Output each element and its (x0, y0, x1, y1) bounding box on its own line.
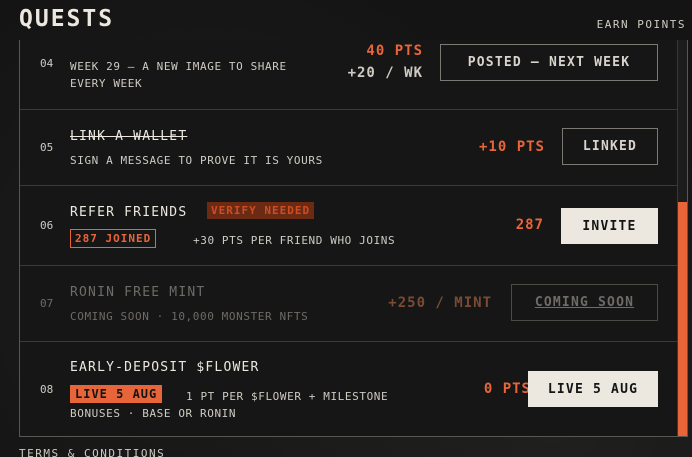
quest-title: EARLY-DEPOSIT $FLOWER (70, 360, 260, 375)
posted-next-week-button[interactable]: POSTED — NEXT WEEK (440, 44, 658, 81)
quest-description-line1: 1 PT PER $FLOWER + MILESTONE (186, 390, 389, 403)
quest-row-08: 08 EARLY-DEPOSIT $FLOWER LIVE 5 AUG 1 PT… (20, 342, 678, 436)
verify-needed-badge: VERIFY NEEDED (207, 202, 315, 219)
quest-points-rate: +20 / WK (347, 65, 423, 81)
quest-title: RONIN FREE MINT (70, 285, 206, 300)
quest-description-line2: BONUSES · BASE OR RONIN (70, 407, 237, 420)
quest-points: +10 PTS (478, 139, 545, 155)
header: QUESTS EARN POINTS (0, 0, 692, 44)
linked-button[interactable]: LINKED (562, 128, 658, 165)
earn-points-label: EARN POINTS (596, 18, 686, 31)
scrollbar-thumb[interactable] (678, 202, 687, 436)
quest-number: 05 (40, 141, 54, 154)
quest-description: WEEK 29 — A NEW IMAGE TO SHARE EVERY WEE… (70, 60, 287, 90)
quest-row-05: 05 LINK A WALLET SIGN A MESSAGE TO PROVE… (20, 110, 678, 186)
quest-points: 0 PTS (483, 381, 531, 397)
quest-number: 08 (40, 383, 54, 396)
quests-panel: 04 WEEK 29 — A NEW IMAGE TO SHARE EVERY … (19, 40, 688, 437)
quest-points: 287 (515, 217, 544, 233)
terms-link[interactable]: TERMS & CONDITIONS (19, 447, 165, 457)
quest-number: 07 (40, 297, 54, 310)
page-title: QUESTS (19, 6, 115, 32)
quest-description: SIGN A MESSAGE TO PROVE IT IS YOURS (70, 154, 323, 167)
quest-number: 06 (40, 219, 54, 232)
joined-count-badge: 287 JOINED (70, 229, 157, 248)
quest-points-total: 40 PTS (366, 43, 423, 59)
quest-description: +30 PTS PER FRIEND WHO JOINS (193, 234, 396, 247)
quest-title: LINK A WALLET (70, 129, 188, 144)
live-aug-button[interactable]: LIVE 5 AUG (528, 371, 658, 407)
quest-points: +250 / MINT (388, 295, 492, 311)
quest-description: COMING SOON · 10,000 MONSTER NFTS (70, 310, 309, 323)
quest-row-04: 04 WEEK 29 — A NEW IMAGE TO SHARE EVERY … (20, 40, 678, 110)
coming-soon-button[interactable]: COMING SOON (511, 284, 658, 321)
quest-number: 04 (40, 57, 54, 70)
scrollbar[interactable] (677, 40, 687, 436)
quest-title: REFER FRIENDS (70, 205, 188, 220)
live-date-badge: LIVE 5 AUG (70, 385, 163, 403)
invite-button[interactable]: INVITE (561, 208, 658, 244)
quest-row-06: 06 REFER FRIENDS VERIFY NEEDED 287 JOINE… (20, 186, 678, 266)
quest-row-07: 07 RONIN FREE MINT COMING SOON · 10,000 … (20, 266, 678, 342)
